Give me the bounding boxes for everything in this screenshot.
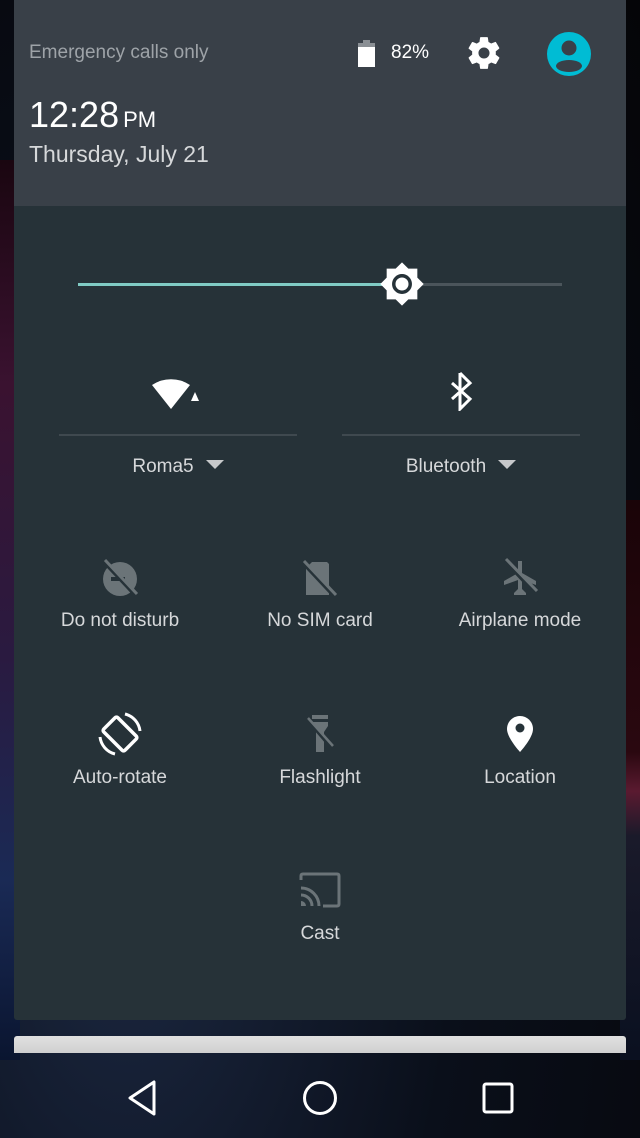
notification-shelf-edge [14,1036,626,1053]
bluetooth-divider [342,434,580,436]
tile-do-not-disturb[interactable]: Do not disturb [20,553,220,663]
gear-icon[interactable] [465,34,503,72]
wifi-detail-button[interactable]: Roma5 [59,456,297,478]
tile-label: Do not disturb [60,610,180,631]
tile-cast[interactable]: Cast [220,866,420,976]
clock-ampm: PM [123,107,157,132]
tile-label: Auto-rotate [73,767,167,788]
chevron-down-icon [205,460,224,470]
tile-label: No SIM card [267,610,373,631]
wifi-divider [59,434,297,436]
do-not-disturb-off-icon [102,558,139,597]
tile-airplane-mode[interactable]: Airplane mode [420,553,620,663]
slider-fill [78,283,403,286]
tile-flashlight[interactable]: Flashlight [220,710,420,820]
date[interactable]: Thursday, July 21 [29,141,209,168]
back-button[interactable] [115,1076,171,1120]
flashlight-off-icon [306,715,334,752]
tile-label: Airplane mode [458,610,582,631]
wifi-icon[interactable] [150,371,206,411]
navigation-bar [0,1060,640,1138]
home-icon [303,1081,337,1115]
chevron-down-icon [498,460,517,470]
battery-percent: 82% [391,42,430,63]
account-circle-icon[interactable] [547,32,591,76]
auto-rotate-icon [98,712,142,756]
brightness-icon[interactable] [379,261,425,307]
tile-no-sim[interactable]: No SIM card [220,553,420,663]
tile-auto-rotate[interactable]: Auto-rotate [20,710,220,820]
tile-label: Flashlight [279,767,361,788]
location-icon [507,716,533,752]
recents-icon [482,1082,514,1114]
clock-time: 12:28 [29,94,120,135]
bluetooth-tile[interactable]: Bluetooth [342,365,580,495]
bluetooth-icon[interactable] [446,371,476,411]
clock[interactable]: 12:28 PM [29,94,156,136]
brightness-slider[interactable] [78,262,562,306]
carrier-status: Emergency calls only [29,42,209,63]
battery-icon [358,40,375,67]
tile-label: Location [484,767,556,788]
home-button[interactable] [292,1076,348,1120]
bluetooth-label: Bluetooth [405,456,487,477]
cast-icon [299,872,341,908]
wifi-tile[interactable]: Roma5 [59,365,297,495]
back-icon [128,1080,156,1116]
wifi-network-label: Roma5 [132,456,194,477]
tile-location[interactable]: Location [420,710,620,820]
recents-button[interactable] [470,1076,526,1120]
no-sim-icon [302,559,338,597]
airplane-off-icon [504,557,539,595]
tile-label: Cast [300,923,340,944]
bluetooth-detail-button[interactable]: Bluetooth [342,456,580,478]
